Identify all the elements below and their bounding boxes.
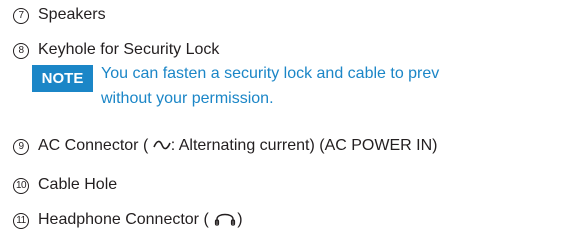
list-item-headphone-connector: 11 Headphone Connector ( ) bbox=[13, 210, 243, 232]
headphone-icon bbox=[213, 210, 237, 232]
item-label: Speakers bbox=[38, 6, 106, 23]
list-item-speakers: 7 Speakers bbox=[13, 5, 106, 25]
note-text-line2: without your permission. bbox=[101, 90, 274, 107]
item-number: 8 bbox=[13, 43, 29, 59]
item-label-prefix: Headphone Connector ( bbox=[38, 211, 209, 228]
note-badge: NOTE bbox=[32, 65, 93, 92]
list-item-keyhole: 8 Keyhole for Security Lock bbox=[13, 40, 219, 60]
item-number: 10 bbox=[13, 178, 29, 194]
item-label-prefix: AC Connector ( bbox=[38, 137, 149, 154]
list-item-ac-connector: 9 AC Connector ( : Alternating current) (… bbox=[13, 136, 437, 158]
item-number: 7 bbox=[13, 8, 29, 24]
item-number: 9 bbox=[13, 139, 29, 155]
item-label-suffix: ) bbox=[237, 211, 243, 228]
alternating-current-icon bbox=[152, 138, 171, 158]
item-label: Cable Hole bbox=[38, 176, 118, 193]
item-number: 11 bbox=[13, 213, 29, 229]
item-label-suffix: : Alternating current) (AC POWER IN) bbox=[170, 137, 438, 154]
list-item-cable-hole: 10 Cable Hole bbox=[13, 175, 117, 195]
note-text-line1: You can fasten a security lock and cable… bbox=[101, 65, 440, 82]
item-label: Keyhole for Security Lock bbox=[38, 41, 220, 58]
